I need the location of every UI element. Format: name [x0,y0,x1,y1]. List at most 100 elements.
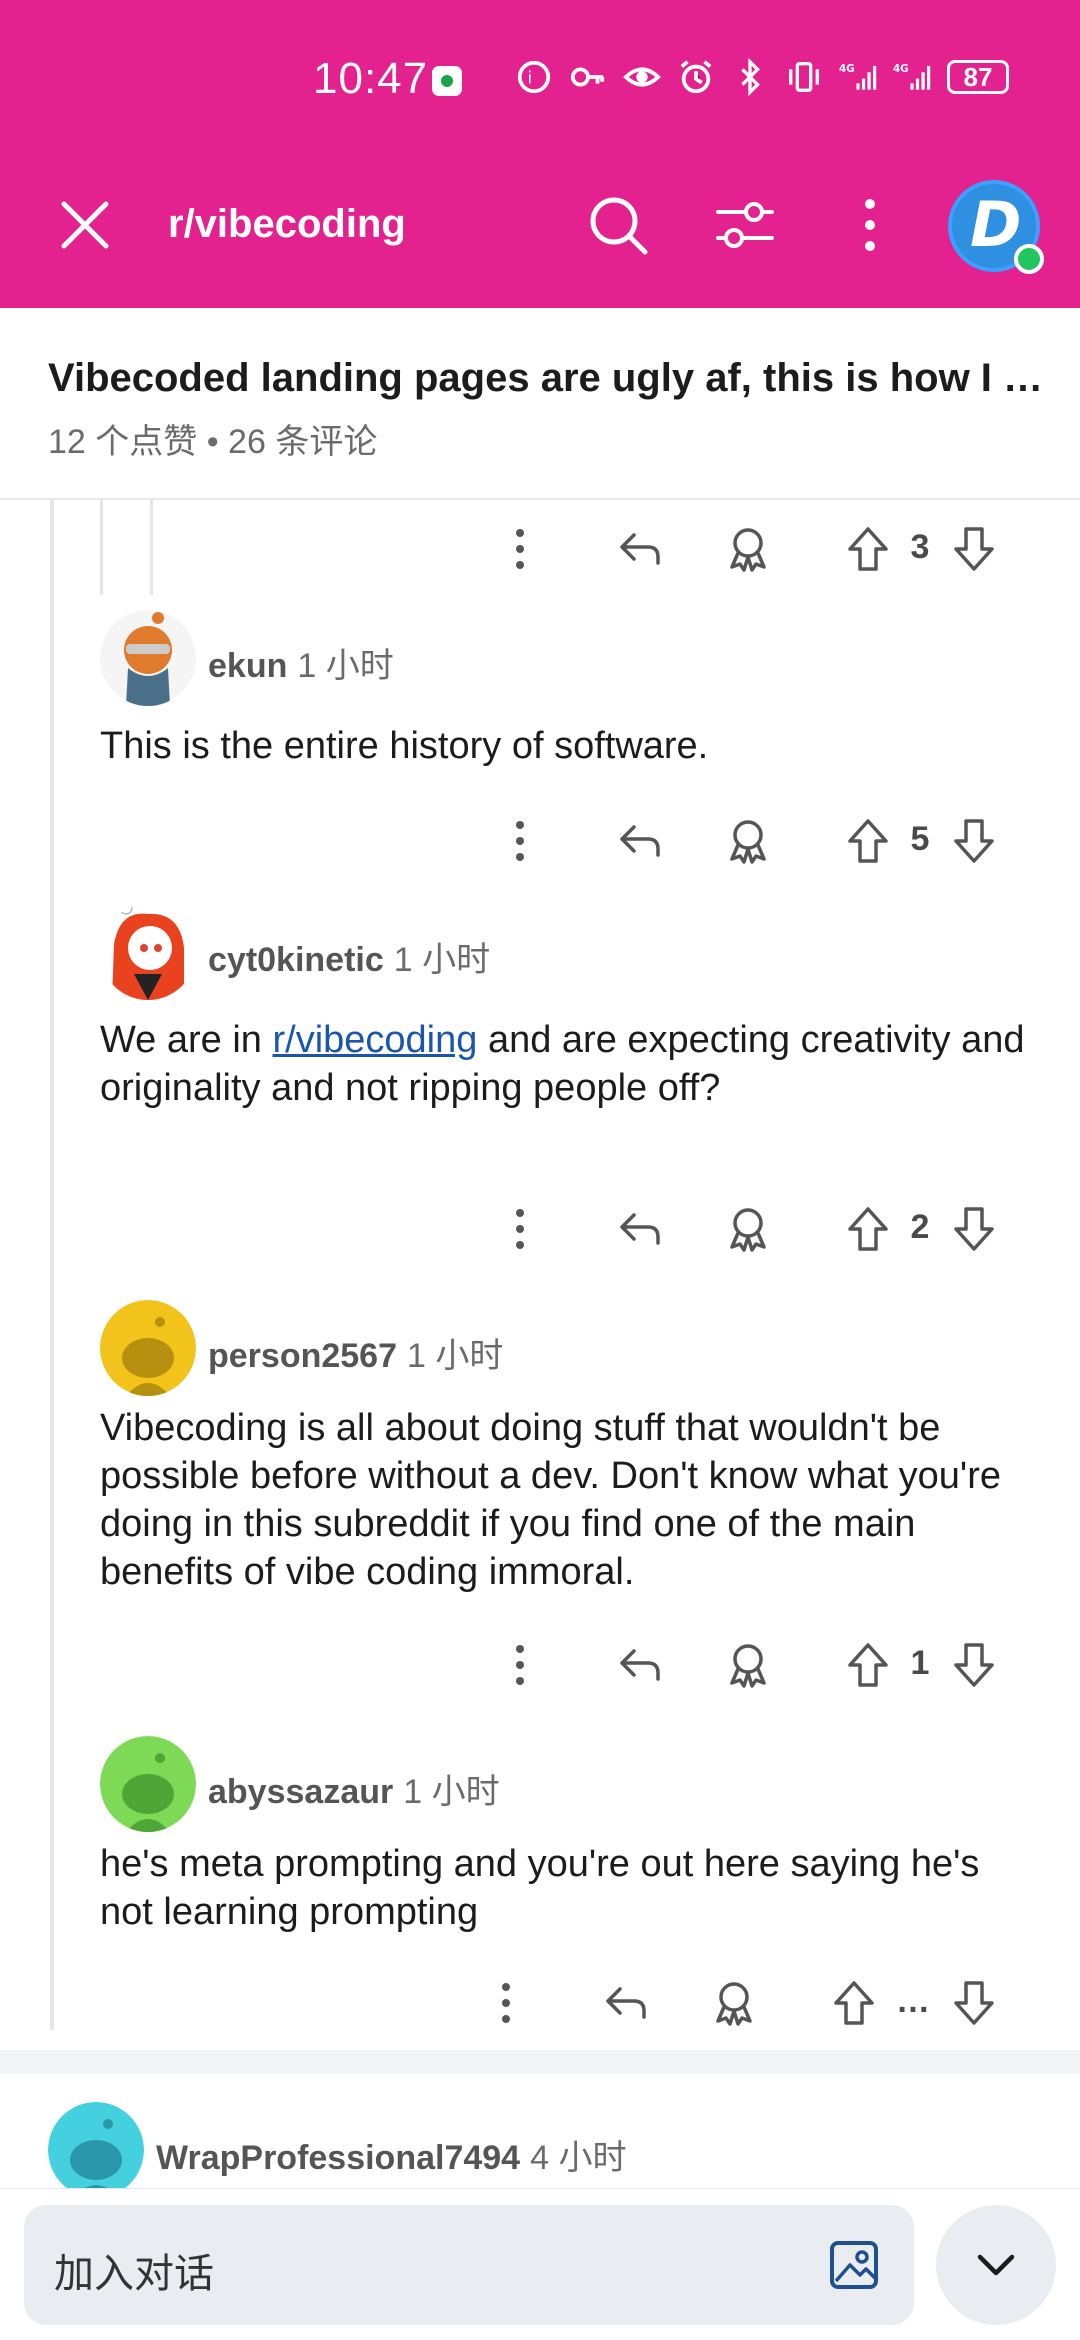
comment-more-icon[interactable] [500,1630,540,1700]
join-conversation-placeholder: 加入对话 [54,2252,214,2296]
comment-text: We are in [100,1019,273,1061]
comment-more-icon[interactable] [500,514,540,584]
comment-author[interactable]: abyssazaur 1 小时 [208,1764,500,1813]
svg-text:4G: 4G [893,63,909,75]
more-options-icon[interactable] [850,192,890,258]
image-upload-icon[interactable] [824,2235,884,2295]
comment-author[interactable]: ekun 1 小时 [208,638,394,687]
award-icon[interactable] [706,1968,762,2038]
comment-body: he's meta prompting and you're out here … [100,1843,980,1933]
vote-count: 1 [910,1644,930,1682]
key-icon [570,67,605,87]
username[interactable]: ekun [208,647,287,685]
filter-icon[interactable] [712,192,778,258]
app-header: 10:47 i 4G 4G 87 r/vibecoding D [0,0,1080,308]
comment-header: abyssazaur 1 小时 [100,1736,1000,1836]
comment-header: ekun 1 小时 [100,610,1000,710]
reply-icon[interactable] [612,806,668,876]
vote-count: 3 [910,528,930,566]
search-icon[interactable] [585,192,651,258]
comment-actions: … [0,1968,1080,2038]
award-icon[interactable] [720,1194,776,1264]
award-icon[interactable] [720,1630,776,1700]
message-notification-icon [432,66,462,96]
join-conversation-input[interactable]: 加入对话 [24,2205,914,2325]
subreddit-link[interactable]: r/vibecoding [272,1019,477,1061]
downvote-icon[interactable] [946,1194,1002,1264]
vote-count: … [896,1982,930,2020]
reply-icon[interactable] [612,1630,668,1700]
post-title: Vibecoded landing pages are ugly af, thi… [48,356,1044,400]
collapse-button[interactable] [936,2205,1056,2325]
award-icon[interactable] [720,806,776,876]
comment-body: Vibecoding is all about doing stuff that… [100,1407,1001,1593]
comment-author[interactable]: cyt0kinetic 1 小时 [208,932,490,981]
vote-count: 5 [910,820,930,858]
comment-actions: 1 [0,1630,1080,1700]
reply-icon[interactable] [612,1194,668,1264]
comment-body: This is the entire history of software. [100,725,709,767]
comment-divider [0,2050,1080,2074]
comment-body: We are in r/vibecoding and are expecting… [100,1016,1040,1112]
data-saver-icon: i [517,60,551,94]
subreddit-title[interactable]: r/vibecoding [168,202,406,247]
status-bar: 10:47 i 4G 4G 87 [0,50,1080,110]
bottom-bar: 加入对话 [0,2188,1080,2340]
upvote-icon[interactable] [840,1194,896,1264]
comment-time: 4 小时 [530,2139,627,2177]
username[interactable]: WrapProfessional7494 [156,2139,520,2177]
username[interactable]: cyt0kinetic [208,941,384,979]
status-time: 10:47 [313,54,429,103]
eye-icon [623,67,661,87]
thread-line [50,500,54,2030]
downvote-icon[interactable] [946,806,1002,876]
svg-text:i: i [527,69,532,89]
comment-header: WrapProfessional7494 4 小时 [48,2102,948,2202]
comment-more-icon[interactable] [500,806,540,876]
signal-1-icon: 4G [839,63,877,90]
comment-actions: 2 [0,1194,1080,1264]
downvote-icon[interactable] [946,1630,1002,1700]
upvote-icon[interactable] [840,1630,896,1700]
comment-author[interactable]: person2567 1 小时 [208,1328,503,1377]
alarm-icon [680,60,712,94]
comment-author[interactable]: WrapProfessional7494 4 小时 [156,2130,626,2179]
avatar-letter: D [970,188,1022,261]
upvote-icon[interactable] [826,1968,882,2038]
user-avatar[interactable] [100,1736,196,1832]
comment-header: person2567 1 小时 [100,1300,1000,1400]
battery-indicator: 87 [947,60,1009,94]
user-avatar[interactable] [100,1300,196,1396]
user-avatar[interactable] [100,610,196,706]
online-status-dot [1014,244,1044,274]
comment-time: 1 小时 [403,1773,500,1811]
svg-text:4G: 4G [839,63,855,75]
user-avatar[interactable] [48,2102,144,2198]
comment-more-icon[interactable] [486,1968,526,2038]
nav-row: r/vibecoding D [0,180,1080,274]
comment-time: 1 小时 [407,1337,504,1375]
username[interactable]: person2567 [208,1337,397,1375]
comment-header: cyt0kinetic 1 小时 [100,904,1000,1004]
status-icons: i 4G 4G 87 [515,58,1009,96]
award-icon[interactable] [720,514,776,584]
post-meta: 12 个点赞 • 26 条评论 [48,423,378,461]
signal-2-icon: 4G [893,63,931,90]
post-summary[interactable]: Vibecoded landing pages are ugly af, thi… [0,308,1080,500]
comment-actions: 5 [0,806,1080,876]
reply-icon[interactable] [612,514,668,584]
comment-time: 1 小时 [297,647,394,685]
close-icon[interactable] [50,190,120,260]
reply-icon[interactable] [598,1968,654,2038]
user-avatar[interactable] [100,904,196,1000]
upvote-icon[interactable] [840,514,896,584]
comment-time: 1 小时 [393,941,491,979]
comment-actions: 3 [0,514,1080,584]
upvote-icon[interactable] [840,806,896,876]
chevron-down-icon [977,2254,1015,2276]
bluetooth-icon [741,58,760,96]
comment-more-icon[interactable] [500,1194,540,1264]
downvote-icon[interactable] [946,514,1002,584]
downvote-icon[interactable] [946,1968,1002,2038]
username[interactable]: abyssazaur [208,1773,393,1811]
